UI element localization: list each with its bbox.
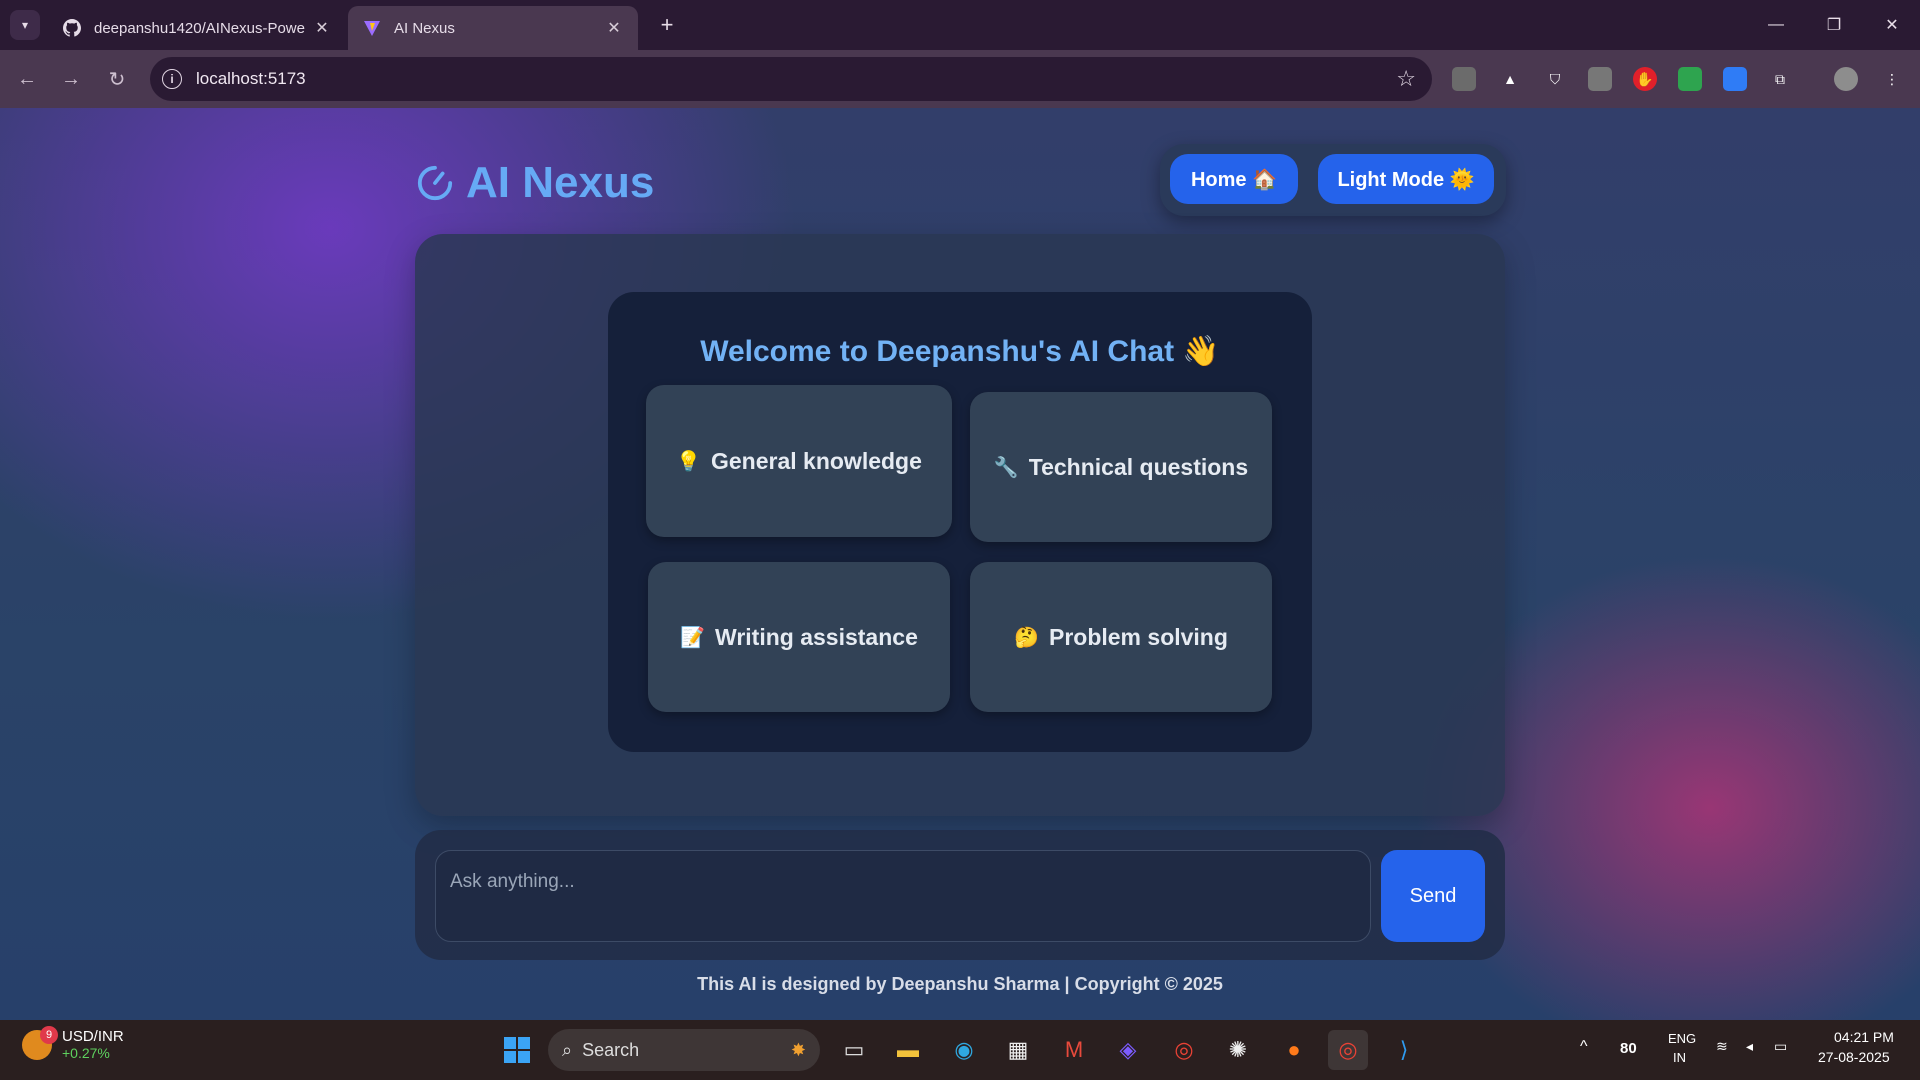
extension-docs-icon[interactable] <box>1723 67 1747 91</box>
suggestion-label: General knowledge <box>711 447 922 474</box>
restore-icon: ❐ <box>1826 17 1842 34</box>
suggestion-problem-solving[interactable]: 🤔 Problem solving <box>970 562 1272 712</box>
plus-icon: + <box>660 12 674 37</box>
search-highlight-icon: ✸ <box>790 1039 806 1060</box>
suggestion-writing-assistance[interactable]: 📝 Writing assistance <box>648 562 950 712</box>
brand[interactable]: AI Nexus <box>416 158 654 208</box>
more-menu-icon[interactable]: ⋮ <box>1880 67 1904 91</box>
footer-text: This AI is designed by Deepanshu Sharma … <box>697 974 1223 994</box>
chrome-active-icon[interactable]: ◎ <box>1328 1030 1368 1070</box>
search-icon: ⌕ <box>562 1039 573 1060</box>
wrench-icon: 🔧 <box>993 456 1019 479</box>
extension-folder-icon[interactable] <box>1452 67 1476 91</box>
close-icon: ✕ <box>1885 17 1899 34</box>
widget-name: USD/INR <box>62 1028 124 1045</box>
arrow-right-icon: → <box>61 67 81 90</box>
firefox-icon[interactable]: ● <box>1274 1030 1314 1070</box>
lightbulb-icon: 💡 <box>676 450 701 473</box>
volume-icon[interactable]: ◂ <box>1746 1038 1753 1055</box>
arrow-left-icon: ← <box>17 67 37 90</box>
battery-icon[interactable]: ▭ <box>1774 1038 1787 1055</box>
minimize-button[interactable]: — <box>1748 0 1804 50</box>
notification-badge: 9 <box>40 1025 58 1044</box>
address-bar[interactable]: i localhost:5173 ☆ <box>150 57 1432 101</box>
close-icon[interactable]: ✕ <box>312 18 332 38</box>
search-label: Search <box>582 1039 640 1060</box>
profile-avatar[interactable] <box>1834 67 1858 91</box>
suggestion-label: Technical questions <box>1028 453 1249 480</box>
new-tab-button[interactable]: + <box>652 10 682 40</box>
tab-search-button[interactable]: ▾ <box>10 10 40 40</box>
extension-stop-icon[interactable]: ✋ <box>1633 67 1657 91</box>
bookmark-star-icon[interactable]: ☆ <box>1396 66 1416 92</box>
close-window-button[interactable]: ✕ <box>1864 0 1920 50</box>
github-icon <box>62 18 82 38</box>
home-button[interactable]: Home 🏠 <box>1170 154 1298 204</box>
site-info-icon[interactable]: i <box>162 69 182 89</box>
spinner-logo-icon <box>417 165 453 201</box>
tray-date[interactable]: 27-08-2025 <box>1818 1049 1890 1065</box>
ask-input[interactable] <box>435 850 1371 942</box>
extension-shield-icon[interactable]: ⛉ <box>1543 67 1567 91</box>
chrome-icon[interactable]: ◎ <box>1164 1030 1204 1070</box>
tab-strip: ▾ deepanshu1420/AINexus-Powe ✕ AI Nexus … <box>0 0 1920 50</box>
vscode-icon[interactable]: ⟩ <box>1384 1030 1424 1070</box>
gmail-icon[interactable]: M <box>1054 1030 1094 1070</box>
extension-game-icon[interactable] <box>1678 67 1702 91</box>
stock-widget[interactable]: 9 USD/INR +0.27% <box>22 1025 124 1061</box>
light-mode-toggle[interactable]: Light Mode 🌞 <box>1318 154 1494 204</box>
welcome-title: Welcome to Deepanshu's AI Chat 👋 <box>700 335 1220 368</box>
extension-printer-icon[interactable] <box>1588 67 1612 91</box>
store-icon[interactable]: ▦ <box>998 1030 1038 1070</box>
suggestion-label: Problem solving <box>1048 623 1228 650</box>
address-text: localhost:5173 <box>196 69 306 88</box>
wifi-icon[interactable]: ≋ <box>1716 1038 1728 1055</box>
send-button[interactable]: Send <box>1381 850 1485 942</box>
suggestion-technical-questions[interactable]: 🔧 Technical questions <box>970 392 1272 542</box>
widget-change: +0.27% <box>62 1045 110 1061</box>
task-view-icon[interactable]: ▭ <box>834 1030 874 1070</box>
tray-region: IN <box>1673 1050 1686 1065</box>
tray-chevron-icon[interactable]: ^ <box>1580 1038 1588 1056</box>
tab-title: deepanshu1420/AINexus-Powe <box>94 19 305 37</box>
chatgpt-icon[interactable]: ✺ <box>1218 1030 1258 1070</box>
tray-language[interactable]: ENG <box>1668 1031 1696 1046</box>
start-button[interactable] <box>497 1030 537 1070</box>
thinking-face-icon: 🤔 <box>1014 626 1039 649</box>
suggestion-general-knowledge[interactable]: 💡 General knowledge <box>646 385 952 537</box>
currency-widget-icon: 9 <box>22 1025 58 1060</box>
file-explorer-icon[interactable]: ▬ <box>888 1030 928 1070</box>
taskbar-search[interactable]: ⌕ Search ✸ <box>548 1029 820 1071</box>
brand-name: AI Nexus <box>466 158 655 207</box>
taskbar: 9 USD/INR +0.27% ⌕ Search ✸ ▭ ▬ ◉ ▦ M ◈ … <box>0 1020 1920 1080</box>
reload-icon: ↻ <box>108 68 126 91</box>
copilot-icon[interactable]: ◈ <box>1108 1030 1148 1070</box>
extensions-puzzle-icon[interactable]: ⧉ <box>1768 67 1792 91</box>
reload-button[interactable]: ↻ <box>102 64 132 94</box>
forward-button[interactable]: → <box>56 64 86 94</box>
vite-icon <box>362 18 382 38</box>
windows-icon <box>504 1037 530 1063</box>
suggestion-label: Writing assistance <box>715 623 918 650</box>
chevron-down-icon: ▾ <box>21 18 29 32</box>
tab-github[interactable]: deepanshu1420/AINexus-Powe ✕ <box>48 6 346 50</box>
tab-ai-nexus[interactable]: AI Nexus ✕ <box>348 6 638 50</box>
browser-toolbar: ← → ↻ i localhost:5173 ☆ ▲ ⛉ ✋ ⧉ ⋮ <box>0 50 1920 108</box>
tray-time[interactable]: 04:21 PM <box>1834 1029 1894 1045</box>
memo-icon: 📝 <box>680 626 706 649</box>
extension-drive-icon[interactable]: ▲ <box>1498 67 1522 91</box>
restore-button[interactable]: ❐ <box>1806 0 1862 50</box>
close-icon[interactable]: ✕ <box>604 18 624 38</box>
tray-temp[interactable]: 80 <box>1620 1040 1637 1057</box>
minimize-icon: — <box>1768 16 1784 33</box>
edge-icon[interactable]: ◉ <box>944 1030 984 1070</box>
tab-title: AI Nexus <box>394 19 455 37</box>
back-button[interactable]: ← <box>12 64 42 94</box>
